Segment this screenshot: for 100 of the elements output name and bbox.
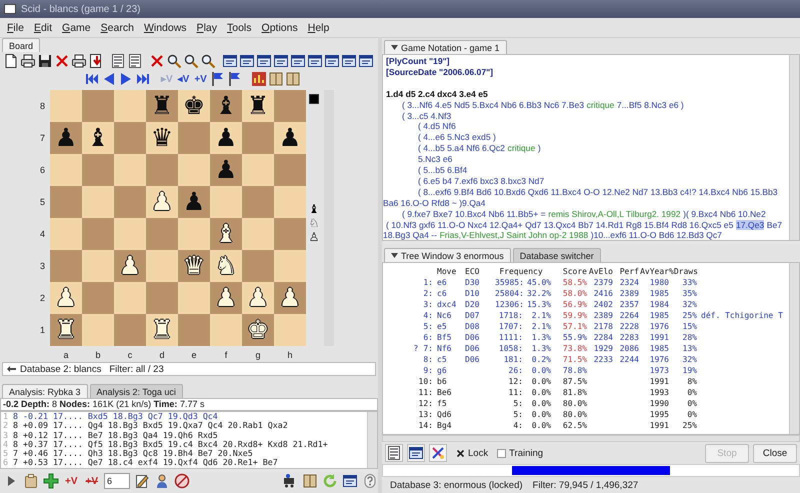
cut-icon[interactable]: [429, 444, 447, 462]
board-square[interactable]: [146, 218, 178, 250]
line-count-spinbox[interactable]: 6: [104, 473, 130, 489]
variation-button[interactable]: +V: [192, 71, 209, 87]
move-cell[interactable]: g6: [437, 366, 447, 375]
window-icon[interactable]: [290, 53, 306, 69]
menu-item[interactable]: Options: [256, 22, 303, 34]
training-checkbox[interactable]: Training: [497, 448, 544, 458]
chess-piece[interactable]: ♝: [214, 92, 238, 120]
board-square[interactable]: ♜: [146, 90, 178, 122]
move-cell[interactable]: dxc4: [437, 300, 456, 309]
board-square[interactable]: [114, 122, 146, 154]
board-square[interactable]: [178, 314, 210, 346]
move-cell[interactable]: e6: [437, 278, 447, 287]
last-icon[interactable]: [135, 71, 151, 87]
menu-item[interactable]: Tools: [222, 22, 257, 34]
list-icon[interactable]: [385, 444, 403, 462]
notation-line[interactable]: ( 3...c5 4.Nf3: [383, 110, 789, 122]
first-icon[interactable]: [84, 71, 100, 87]
window-icon[interactable]: [358, 53, 374, 69]
notation-line[interactable]: ( 10.Nf3 gxf6 11.O-O Nxc4 12.Qa4+ Qd7 13.Qxc4 Bb7 14.Rd1 Rg8 15.Bf4 Rd8 16.Qxc5 e5 17.Qe3 Be7 18.Bg3 Qa4 -- Frias,V-Ehlvest,J Saint John op-2 1988 )10...exf6 11.O-O Bd6 12.Bd3 Qc7: [383, 220, 789, 240]
board-square[interactable]: [242, 250, 274, 282]
list-icon[interactable]: [127, 53, 143, 69]
chess-piece[interactable]: ♟: [278, 124, 302, 152]
notation-line[interactable]: ( 4...e6 5.Nc3 exd5 ): [383, 132, 789, 144]
menu-item[interactable]: Play: [192, 22, 222, 34]
chess-piece[interactable]: ♚: [182, 92, 206, 120]
board-square[interactable]: [114, 186, 146, 218]
add-all-variations-button[interactable]: +V: [84, 473, 100, 489]
chess-piece[interactable]: ♟: [214, 156, 238, 184]
notation-line[interactable]: 5.Nc3 e6: [383, 154, 789, 166]
edit-icon[interactable]: [134, 473, 150, 489]
board-square[interactable]: [50, 250, 82, 282]
import-icon[interactable]: [88, 53, 104, 69]
close-icon[interactable]: [54, 53, 70, 69]
menu-item[interactable]: Help: [302, 22, 334, 34]
lock-checkbox[interactable]: Lock: [456, 448, 488, 458]
notation-line[interactable]: ( 4...b5 5.a4 Nf6 6.Qc2 critique ): [383, 143, 789, 154]
board-square[interactable]: [50, 154, 82, 186]
board-square[interactable]: [178, 122, 210, 154]
notation-line[interactable]: 1.d4 d5 2.c4 dxc4 3.e4 e5: [383, 88, 789, 100]
search-icon[interactable]: [166, 53, 182, 69]
move-cell[interactable]: c5: [437, 355, 447, 364]
scrollbar[interactable]: [789, 263, 799, 434]
flag-icon[interactable]: [210, 71, 226, 87]
board-square[interactable]: [50, 186, 82, 218]
board-square[interactable]: [210, 314, 242, 346]
move-cell[interactable]: c6: [437, 289, 447, 298]
menu-item[interactable]: Edit: [28, 22, 58, 34]
tree-tab[interactable]: Database switcher: [512, 248, 601, 262]
notation-line[interactable]: ( 6.e5 b4 7.exf6 bxc3 8.bxc3 Nd7: [383, 176, 789, 187]
board-square[interactable]: ♟: [210, 122, 242, 154]
horizontal-scrollbar[interactable]: [382, 435, 800, 442]
clipboard-icon[interactable]: [23, 473, 39, 489]
board-square[interactable]: [114, 314, 146, 346]
board-square[interactable]: [146, 250, 178, 282]
book-icon[interactable]: [284, 71, 301, 87]
move-cell[interactable]: Bg4: [437, 421, 452, 430]
board-square[interactable]: [178, 218, 210, 250]
move-cell[interactable]: b6: [437, 377, 447, 386]
board-square[interactable]: [274, 314, 306, 346]
board-square[interactable]: ♛: [146, 122, 178, 154]
checkbox[interactable]: [497, 448, 506, 458]
analysis-tab[interactable]: Analysis 2: Toga uci: [90, 384, 183, 398]
board-tab[interactable]: Board: [2, 38, 40, 52]
board-square[interactable]: [178, 154, 210, 186]
board-square[interactable]: [242, 122, 274, 154]
notation-line[interactable]: ( 5...b5 6.Bf4: [383, 165, 789, 176]
notation-line[interactable]: ( 3...Nf6 4.e5 Nd5 5.Bxc4 Nb6 6.Bb3 Nc6 7.Be3 critique 7...Bf5 8.Nc3 e6 ): [383, 100, 789, 111]
board-square[interactable]: ♝: [82, 122, 114, 154]
window-icon[interactable]: [256, 53, 272, 69]
board-square[interactable]: ♟: [274, 122, 306, 154]
notation-line[interactable]: ( 9.fxe7 Bxe7 10.Bxc4 Nb6 11.Bb5+ = remis Shirov,A-Oll,L Tilburg2. 1992 )( 9.Bxc4 Nb6 10.Ne2: [383, 208, 789, 220]
notation-line[interactable]: ( 4.d5 Nf6: [383, 121, 789, 132]
list-icon[interactable]: [110, 53, 126, 69]
board-square[interactable]: ♝: [210, 90, 242, 122]
board-square[interactable]: [274, 218, 306, 250]
board-square[interactable]: [82, 186, 114, 218]
checkbox[interactable]: [456, 448, 465, 458]
tree-tab[interactable]: Tree Window 3 enormous: [384, 248, 511, 262]
help-icon[interactable]: [362, 473, 378, 489]
window-icon[interactable]: [342, 473, 358, 489]
chess-piece[interactable]: ♜: [246, 92, 270, 120]
menu-item[interactable]: File: [2, 22, 29, 34]
printer-icon[interactable]: [71, 53, 87, 69]
board-square[interactable]: [242, 186, 274, 218]
new-document-icon[interactable]: [3, 53, 19, 69]
window-icon[interactable]: [222, 53, 238, 69]
board-square[interactable]: [82, 250, 114, 282]
no-entry-icon[interactable]: [174, 473, 190, 489]
board-square[interactable]: [178, 282, 210, 314]
board-square[interactable]: ♜: [242, 90, 274, 122]
board-square[interactable]: [82, 218, 114, 250]
menu-item[interactable]: Game: [57, 22, 96, 34]
board-square[interactable]: ♟: [50, 122, 82, 154]
chart-icon[interactable]: [250, 71, 267, 87]
move-cell[interactable]: Be6: [437, 388, 452, 397]
search-icon[interactable]: [200, 53, 216, 69]
board-square[interactable]: [242, 154, 274, 186]
window-icon[interactable]: [324, 53, 340, 69]
